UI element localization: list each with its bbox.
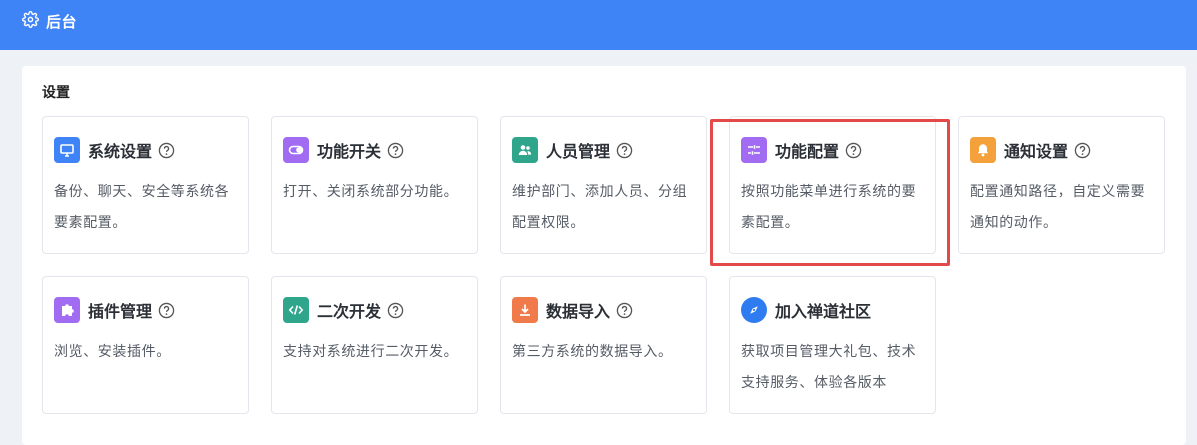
code-icon	[283, 297, 309, 323]
card-description: 打开、关闭系统部分功能。	[283, 184, 459, 200]
help-icon[interactable]	[1074, 142, 1091, 159]
section-title: 设置	[42, 85, 70, 101]
card-join-community[interactable]: 加入禅道社区 获取项目管理大礼包、技术支持服务、体验各版本	[729, 276, 936, 414]
compass-icon	[741, 297, 767, 323]
monitor-icon	[54, 137, 80, 163]
card-description: 配置通知路径，自定义需要通知的动作。	[970, 184, 1146, 231]
card-feature-toggle[interactable]: 功能开关 打开、关闭系统部分功能。	[271, 116, 478, 254]
card-title: 加入禅道社区	[775, 302, 872, 321]
help-icon[interactable]	[387, 302, 404, 319]
card-description: 支持对系统进行二次开发。	[283, 344, 459, 360]
help-icon[interactable]	[158, 302, 175, 319]
card-title: 二次开发	[317, 302, 382, 321]
card-title: 人员管理	[546, 142, 611, 161]
card-data-import[interactable]: 数据导入 第三方系统的数据导入。	[500, 276, 707, 414]
download-icon	[512, 297, 538, 323]
card-notification-settings[interactable]: 通知设置 配置通知路径，自定义需要通知的动作。	[958, 116, 1165, 254]
card-title: 系统设置	[88, 142, 153, 161]
help-icon[interactable]	[616, 302, 633, 319]
card-title: 通知设置	[1004, 142, 1069, 161]
help-icon[interactable]	[616, 142, 633, 159]
card-description: 获取项目管理大礼包、技术支持服务、体验各版本	[741, 344, 917, 391]
card-description: 浏览、安装插件。	[54, 344, 171, 360]
help-icon[interactable]	[387, 142, 404, 159]
card-title: 功能开关	[317, 142, 382, 161]
gear-icon	[22, 11, 39, 28]
puzzle-icon	[54, 297, 80, 323]
card-description: 第三方系统的数据导入。	[512, 344, 673, 360]
toggle-icon	[283, 137, 309, 163]
card-plugin-management[interactable]: 插件管理 浏览、安装插件。	[42, 276, 249, 414]
sliders-icon	[741, 137, 767, 163]
top-bar: 后台	[0, 0, 1197, 50]
card-feature-config[interactable]: 功能配置 按照功能菜单进行系统的要素配置。	[729, 116, 936, 254]
card-description: 维护部门、添加人员、分组配置权限。	[512, 184, 688, 231]
help-icon[interactable]	[845, 142, 862, 159]
bell-icon	[970, 137, 996, 163]
card-secondary-development[interactable]: 二次开发 支持对系统进行二次开发。	[271, 276, 478, 414]
card-personnel[interactable]: 人员管理 维护部门、添加人员、分组配置权限。	[500, 116, 707, 254]
card-system-settings[interactable]: 系统设置 备份、聊天、安全等系统各要素配置。	[42, 116, 249, 254]
card-title: 数据导入	[546, 302, 611, 321]
card-description: 备份、聊天、安全等系统各要素配置。	[54, 184, 230, 231]
help-icon[interactable]	[158, 142, 175, 159]
card-description: 按照功能菜单进行系统的要素配置。	[741, 184, 917, 231]
users-icon	[512, 137, 538, 163]
page-title: 后台	[46, 13, 78, 31]
card-title: 插件管理	[88, 302, 153, 321]
card-title: 功能配置	[775, 142, 840, 161]
